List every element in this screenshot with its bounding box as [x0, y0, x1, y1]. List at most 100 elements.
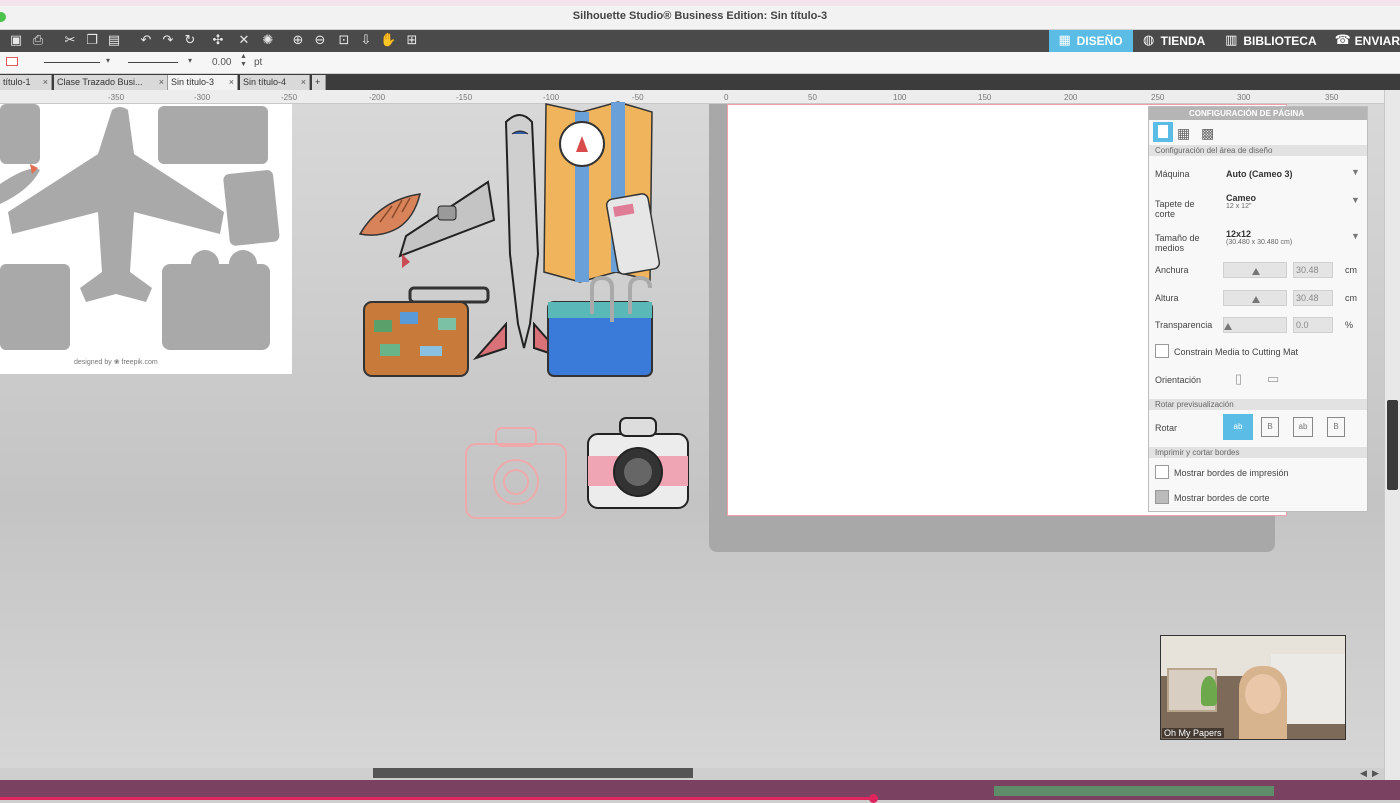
height-input[interactable]: 30.48 — [1293, 290, 1333, 306]
rotate-label: Rotar — [1155, 423, 1178, 433]
mat-label: Tapete de — [1155, 199, 1195, 209]
travel-artwork[interactable] — [350, 96, 700, 526]
silhouette-shapes — [0, 104, 280, 350]
scrollbar-thumb[interactable] — [373, 768, 693, 778]
send-icon: ☎ — [1334, 33, 1351, 48]
chevron-down-icon[interactable]: ▼ — [1351, 231, 1360, 241]
print-borders-checkbox[interactable] — [1155, 465, 1169, 479]
title-strip — [0, 0, 1400, 6]
pool-illustration — [547, 275, 653, 377]
ruler-tick: -350 — [108, 93, 125, 102]
section-print-cut: Imprimir y cortar bordes — [1149, 447, 1367, 458]
texture-icon[interactable]: ▩ — [1201, 125, 1214, 142]
scroll-right-icon[interactable]: ▶ — [1372, 768, 1379, 779]
mat-label-line2: corte — [1155, 209, 1176, 219]
close-icon[interactable]: × — [159, 75, 164, 90]
horizontal-scrollbar[interactable]: ◀ ▶ — [0, 768, 1384, 780]
fit-page-icon[interactable]: ⊞ — [404, 33, 420, 49]
tab-send-label: ENVIAR — [1354, 34, 1400, 48]
settings-icon[interactable]: ✺ — [260, 33, 276, 49]
grid-icon[interactable]: ▦ — [1177, 125, 1190, 142]
section-design-area: Configuración del área de diseño — [1149, 145, 1367, 156]
progress-knob[interactable] — [869, 794, 878, 803]
webcam-face — [1245, 674, 1281, 714]
width-input[interactable]: 30.48 — [1293, 262, 1333, 278]
doc-tab-1[interactable]: título-1 × — [0, 75, 52, 90]
close-icon[interactable]: × — [229, 75, 234, 90]
tab-library[interactable]: ▥ BIBLIOTECA — [1215, 30, 1326, 52]
orientation-label: Orientación — [1155, 375, 1202, 385]
chevron-down-icon[interactable]: ▼ — [1351, 195, 1360, 205]
library-icon: ▥ — [1225, 33, 1238, 48]
tab-library-label: BIBLIOTECA — [1243, 34, 1317, 48]
rotate-icon[interactable]: ↻ — [182, 33, 198, 49]
tab-send[interactable]: ☎ ENVIAR — [1327, 30, 1400, 52]
transparency-slider[interactable] — [1223, 317, 1287, 333]
constrain-checkbox[interactable] — [1155, 344, 1169, 358]
undo-icon[interactable]: ↶ — [138, 33, 154, 49]
landscape-icon[interactable]: ▭ — [1267, 371, 1279, 387]
close-icon[interactable]: × — [43, 75, 48, 90]
media-size-select[interactable]: 12x12 — [1226, 229, 1251, 239]
scroll-left-icon[interactable]: ◀ — [1360, 768, 1367, 779]
zoom-in-icon[interactable]: ⊕ — [290, 33, 306, 49]
title-bar: Silhouette Studio® Business Edition: Sin… — [0, 0, 1400, 30]
credit-text: designed by ❀ freepik.com — [74, 359, 158, 366]
machine-select[interactable]: Auto (Cameo 3) — [1226, 169, 1293, 179]
tab-store-label: TIENDA — [1160, 34, 1206, 48]
height-label: Altura — [1155, 293, 1179, 303]
tab-store[interactable]: ◍ TIENDA — [1133, 30, 1216, 52]
webcam-label: Oh My Papers — [1162, 728, 1224, 738]
cut-borders-checkbox[interactable] — [1155, 490, 1169, 504]
line-style-select[interactable] — [44, 62, 100, 63]
width-slider[interactable] — [1223, 262, 1287, 278]
chevron-down-icon[interactable]: ▼ — [1351, 167, 1360, 177]
portrait-icon[interactable]: ▯ — [1235, 371, 1242, 387]
constrain-label: Constrain Media to Cutting Mat — [1174, 347, 1299, 357]
page-settings-tab[interactable] — [1153, 122, 1173, 142]
cut-sheet[interactable]: designed by ❀ freepik.com — [0, 104, 292, 374]
page-icon — [1158, 125, 1168, 138]
rotate-270-button[interactable]: B — [1327, 417, 1345, 437]
new-tab-button[interactable]: + — [312, 75, 326, 90]
height-slider[interactable] — [1223, 290, 1287, 306]
rotate-90-button[interactable]: B — [1261, 417, 1279, 437]
move-down-icon[interactable]: ⇩ — [358, 33, 374, 49]
fill-color-swatch[interactable] — [6, 57, 18, 66]
rotate-180-button[interactable]: ab — [1293, 417, 1313, 437]
paste-icon[interactable]: ▤ — [106, 33, 122, 49]
tab-design[interactable]: ▦ DISEÑO — [1048, 30, 1133, 52]
stepper-icon[interactable]: ▲ ▼ — [240, 53, 247, 69]
line-width-slider[interactable] — [128, 62, 178, 63]
mat-size: 12 x 12" — [1226, 203, 1252, 210]
chevron-down-icon[interactable]: ▾ — [188, 56, 192, 65]
tab-design-label: DISEÑO — [1076, 34, 1123, 48]
delete-icon[interactable]: ✕ — [236, 33, 252, 49]
progress-segment — [994, 786, 1274, 796]
vertical-scrollbar[interactable] — [1384, 90, 1400, 780]
line-width-input[interactable]: 0.00 — [212, 57, 231, 68]
copy-icon[interactable]: ❐ — [84, 33, 100, 49]
document-tabs: título-1 × Clase Trazado Busi... × Sin t… — [0, 74, 1400, 90]
print-icon[interactable]: ⎙ — [30, 33, 46, 49]
chevron-down-icon[interactable]: ▾ — [106, 56, 110, 65]
transparency-input[interactable]: 0.0 — [1293, 317, 1333, 333]
rotate-0-button[interactable]: ab — [1223, 414, 1253, 440]
width-unit: cm — [1345, 265, 1357, 275]
redo-icon[interactable]: ↷ — [160, 33, 176, 49]
pan-icon[interactable]: ✋ — [380, 33, 396, 49]
save-icon[interactable]: ▣ — [8, 33, 24, 49]
mat-select[interactable]: Cameo — [1226, 193, 1256, 203]
doc-tab-3[interactable]: Sin título-3 × — [168, 75, 238, 90]
height-unit: cm — [1345, 293, 1357, 303]
ruler-tick: 300 — [1237, 93, 1251, 102]
doc-tab-4[interactable]: Sin título-4 × — [240, 75, 310, 90]
zoom-out-icon[interactable]: ⊖ — [312, 33, 328, 49]
select-icon[interactable]: ✣ — [210, 33, 226, 49]
scrollbar-thumb[interactable] — [1387, 400, 1398, 490]
video-progress-bar[interactable] — [0, 780, 1400, 803]
close-icon[interactable]: × — [301, 75, 306, 90]
cut-icon[interactable]: ✂ — [62, 33, 78, 49]
doc-tab-2[interactable]: Clase Trazado Busi... × — [54, 75, 168, 90]
zoom-select-icon[interactable]: ⊡ — [336, 33, 352, 49]
